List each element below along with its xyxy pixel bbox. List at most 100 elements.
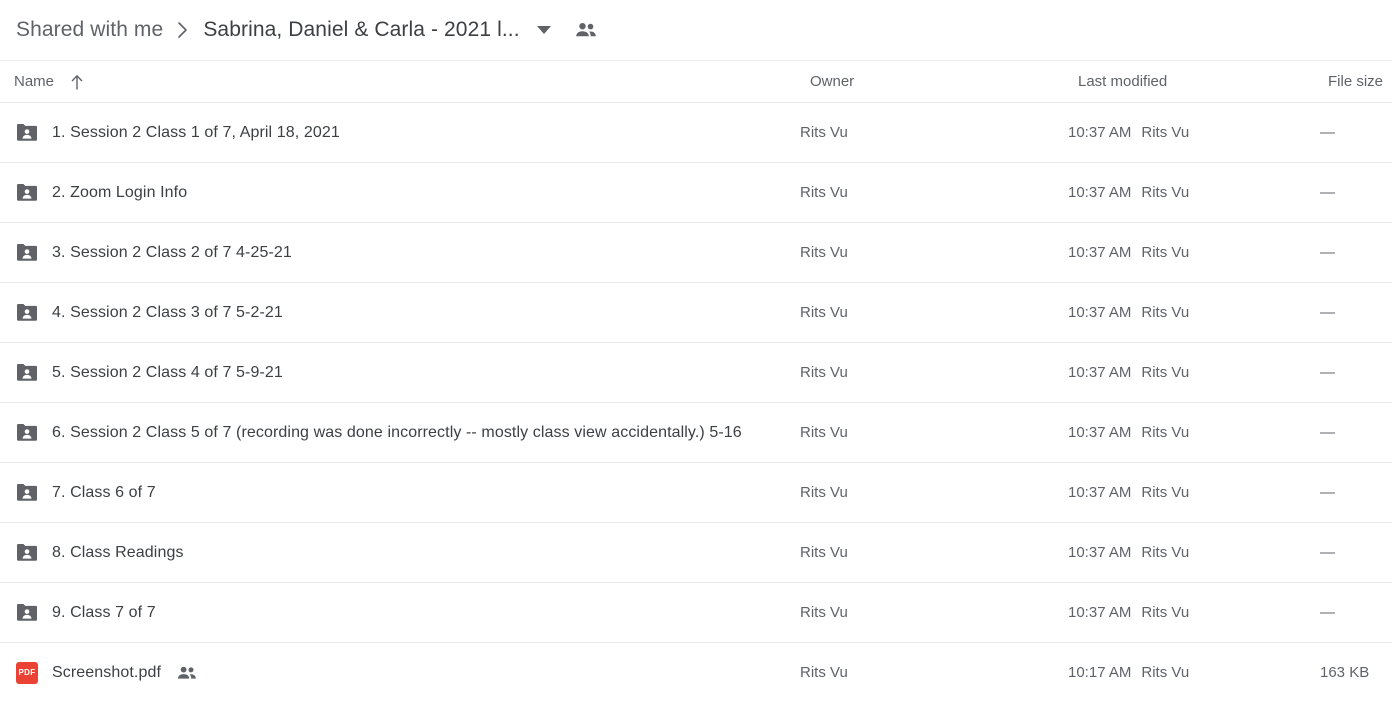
cell-last-modified: 10:37 AM Rits Vu <box>1068 522 1320 583</box>
cell-owner: Rits Vu <box>800 402 1068 463</box>
cell-owner: Rits Vu <box>800 342 1068 403</box>
cell-last-modified: 10:37 AM Rits Vu <box>1068 582 1320 643</box>
table-row[interactable]: 3. Session 2 Class 2 of 7 4-25-21 Rits Vu… <box>0 222 1392 283</box>
cell-file-size: — <box>1320 402 1392 463</box>
cell-last-modified: 10:37 AM Rits Vu <box>1068 222 1320 283</box>
file-size-label: — <box>1320 424 1335 441</box>
modified-time-label: 10:37 AM <box>1068 244 1132 261</box>
chevron-right-icon <box>163 18 203 42</box>
file-name-label: 8. Class Readings <box>52 543 184 561</box>
column-header-owner[interactable]: Owner <box>800 60 1068 103</box>
cell-file-size: — <box>1320 102 1392 163</box>
cell-name[interactable]: 9. Class 7 of 7 <box>0 582 800 643</box>
column-header-file-size[interactable]: File size <box>1320 60 1392 103</box>
breadcrumb-item-current-folder[interactable]: Sabrina, Daniel & Carla - 2021 l... <box>203 18 519 42</box>
shared-folder-icon <box>14 540 40 566</box>
owner-label: Rits Vu <box>800 484 848 501</box>
modified-time-label: 10:37 AM <box>1068 364 1132 381</box>
file-size-label: — <box>1320 244 1335 261</box>
file-name-label: Screenshot.pdf <box>52 663 162 681</box>
column-header-name-label: Name <box>14 73 55 90</box>
file-size-label: — <box>1320 604 1335 621</box>
modified-by-label: Rits Vu <box>1141 424 1190 441</box>
pdf-badge-label: PDF <box>16 661 38 684</box>
file-name-label: 2. Zoom Login Info <box>52 183 188 201</box>
breadcrumb-item-shared-with-me[interactable]: Shared with me <box>16 18 163 42</box>
cell-name[interactable]: 1. Session 2 Class 1 of 7, April 18, 202… <box>0 102 800 163</box>
table-header-row: Name Owner Last modified File size <box>0 60 1392 103</box>
cell-owner: Rits Vu <box>800 642 1068 703</box>
owner-label: Rits Vu <box>800 244 848 261</box>
cell-name[interactable]: PDF Screenshot.pdf <box>0 642 800 703</box>
file-name-label: 6. Session 2 Class 5 of 7 (recording was… <box>52 423 742 441</box>
shared-folder-icon <box>14 600 40 626</box>
owner-label: Rits Vu <box>800 124 848 141</box>
modified-by-label: Rits Vu <box>1141 364 1190 381</box>
column-header-last-modified[interactable]: Last modified <box>1068 60 1320 103</box>
cell-name[interactable]: 4. Session 2 Class 3 of 7 5-2-21 <box>0 282 800 343</box>
modified-by-label: Rits Vu <box>1141 544 1190 561</box>
cell-file-size: 163 KB <box>1320 642 1392 703</box>
cell-name[interactable]: 8. Class Readings <box>0 522 800 583</box>
table-row[interactable]: 6. Session 2 Class 5 of 7 (recording was… <box>0 402 1392 463</box>
table-row[interactable]: 2. Zoom Login Info Rits Vu 10:37 AM Rits Vu… <box>0 162 1392 223</box>
owner-label: Rits Vu <box>800 604 848 621</box>
cell-owner: Rits Vu <box>800 102 1068 163</box>
shared-folder-icon <box>14 300 40 326</box>
cell-last-modified: 10:37 AM Rits Vu <box>1068 102 1320 163</box>
chevron-down-icon[interactable] <box>526 12 562 48</box>
modified-time-label: 10:37 AM <box>1068 484 1132 501</box>
pdf-file-icon: PDF <box>14 660 40 686</box>
cell-owner: Rits Vu <box>800 582 1068 643</box>
shared-folder-icon <box>14 420 40 446</box>
file-name-label: 9. Class 7 of 7 <box>52 603 156 621</box>
column-header-file-size-label: File size <box>1328 73 1384 90</box>
cell-file-size: — <box>1320 282 1392 343</box>
owner-label: Rits Vu <box>800 184 848 201</box>
people-shared-icon[interactable] <box>568 12 604 48</box>
column-header-owner-label: Owner <box>810 73 855 90</box>
modified-by-label: Rits Vu <box>1141 124 1190 141</box>
owner-label: Rits Vu <box>800 664 848 682</box>
column-header-name[interactable]: Name <box>0 60 800 103</box>
cell-file-size: — <box>1320 222 1392 283</box>
owner-label: Rits Vu <box>800 364 848 381</box>
file-size-label: — <box>1320 124 1335 141</box>
shared-folder-icon <box>14 180 40 206</box>
file-name-label: 1. Session 2 Class 1 of 7, April 18, 202… <box>52 123 340 141</box>
modified-by-label: Rits Vu <box>1141 184 1190 201</box>
cell-name[interactable]: 2. Zoom Login Info <box>0 162 800 223</box>
table-row[interactable]: 4. Session 2 Class 3 of 7 5-2-21 Rits Vu 1… <box>0 282 1392 343</box>
shared-folder-icon <box>14 120 40 146</box>
shared-folder-icon <box>14 480 40 506</box>
table-row[interactable]: 1. Session 2 Class 1 of 7, April 18, 202… <box>0 102 1392 163</box>
table-row[interactable]: 9. Class 7 of 7 Rits Vu 10:37 AM Rits Vu — <box>0 582 1392 643</box>
cell-name[interactable]: 7. Class 6 of 7 <box>0 462 800 523</box>
column-header-last-modified-label: Last modified <box>1078 73 1168 90</box>
file-size-label: — <box>1320 364 1335 381</box>
arrow-up-icon[interactable] <box>64 72 90 92</box>
modified-by-label: Rits Vu <box>1141 484 1190 501</box>
cell-owner: Rits Vu <box>800 522 1068 583</box>
cell-name[interactable]: 5. Session 2 Class 4 of 7 5-9-21 <box>0 342 800 403</box>
file-size-label: — <box>1320 484 1335 501</box>
shared-folder-icon <box>14 240 40 266</box>
modified-time-label: 10:37 AM <box>1068 544 1132 561</box>
cell-last-modified: 10:17 AM Rits Vu <box>1068 642 1320 703</box>
cell-owner: Rits Vu <box>800 222 1068 283</box>
table-row[interactable]: PDF Screenshot.pdf Rits Vu 10:17 AM Rits Vu 1… <box>0 642 1392 703</box>
table-row[interactable]: 8. Class Readings Rits Vu 10:37 AM Rits Vu — <box>0 522 1392 583</box>
modified-by-label: Rits Vu <box>1141 664 1190 682</box>
owner-label: Rits Vu <box>800 304 848 321</box>
shared-folder-icon <box>14 360 40 386</box>
owner-label: Rits Vu <box>800 424 848 441</box>
table-row[interactable]: 5. Session 2 Class 4 of 7 5-9-21 Rits Vu 1… <box>0 342 1392 403</box>
shared-people-icon <box>177 666 197 680</box>
modified-by-label: Rits Vu <box>1141 604 1190 621</box>
cell-owner: Rits Vu <box>800 162 1068 223</box>
cell-name[interactable]: 3. Session 2 Class 2 of 7 4-25-21 <box>0 222 800 283</box>
table-row[interactable]: 7. Class 6 of 7 Rits Vu 10:37 AM Rits Vu — <box>0 462 1392 523</box>
cell-last-modified: 10:37 AM Rits Vu <box>1068 162 1320 223</box>
modified-time-label: 10:17 AM <box>1068 664 1132 682</box>
cell-name[interactable]: 6. Session 2 Class 5 of 7 (recording was… <box>0 402 800 463</box>
